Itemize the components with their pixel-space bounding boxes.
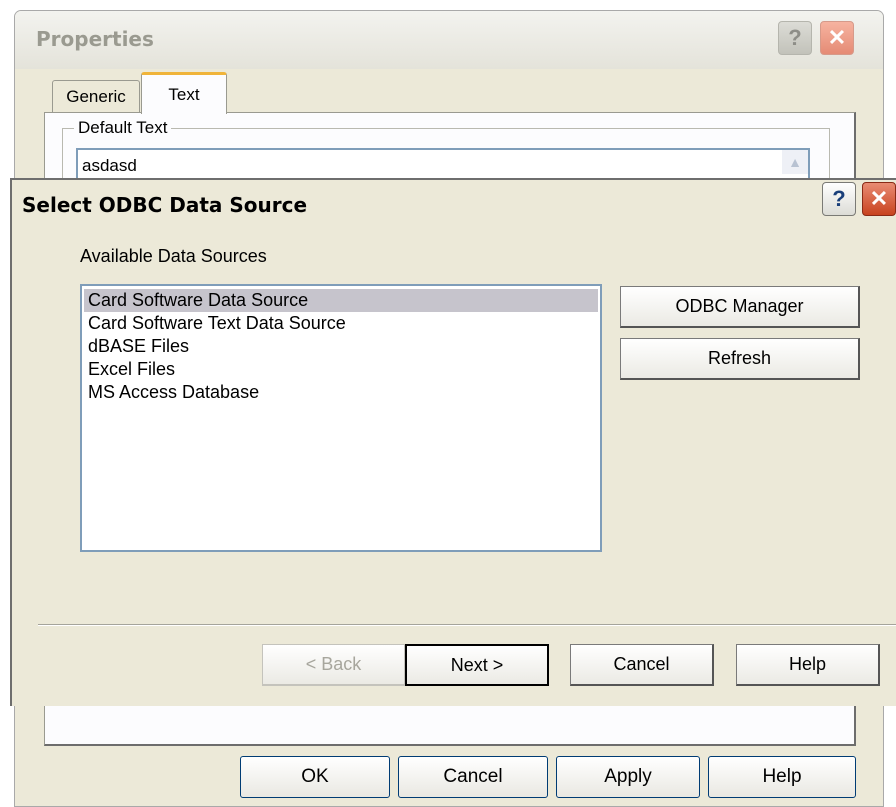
- cancel-button[interactable]: Cancel: [570, 644, 714, 686]
- list-item[interactable]: Card Software Text Data Source: [84, 312, 598, 335]
- odbc-help-icon[interactable]: ?: [822, 182, 856, 216]
- odbc-dialog-title: Select ODBC Data Source: [22, 193, 308, 217]
- refresh-button[interactable]: Refresh: [620, 338, 860, 380]
- odbc-manager-button[interactable]: ODBC Manager: [620, 286, 860, 328]
- back-button[interactable]: < Back: [262, 644, 406, 686]
- help-button[interactable]: Help: [736, 644, 880, 686]
- properties-title: Properties: [36, 27, 154, 51]
- properties-help-button[interactable]: Help: [708, 756, 856, 798]
- tab-generic[interactable]: Generic: [52, 80, 140, 112]
- properties-cancel-button[interactable]: Cancel: [398, 756, 548, 798]
- next-button[interactable]: Next >: [405, 644, 549, 686]
- list-item[interactable]: Card Software Data Source: [84, 289, 598, 312]
- default-text-value: asdasd: [82, 156, 137, 175]
- separator: [38, 624, 896, 626]
- tab-text[interactable]: Text: [141, 72, 227, 114]
- list-item[interactable]: MS Access Database: [84, 381, 598, 404]
- apply-button[interactable]: Apply: [556, 756, 700, 798]
- properties-help-icon[interactable]: ?: [778, 21, 812, 55]
- properties-close-icon[interactable]: ✕: [820, 21, 854, 55]
- ok-button[interactable]: OK: [240, 756, 390, 798]
- available-data-sources-label: Available Data Sources: [80, 246, 267, 266]
- list-item[interactable]: dBASE Files: [84, 335, 598, 358]
- default-text-label: Default Text: [74, 118, 172, 138]
- list-item[interactable]: Excel Files: [84, 358, 598, 381]
- scroll-up-arrow-icon[interactable]: ▲: [782, 150, 808, 174]
- odbc-close-icon[interactable]: ✕: [862, 182, 896, 216]
